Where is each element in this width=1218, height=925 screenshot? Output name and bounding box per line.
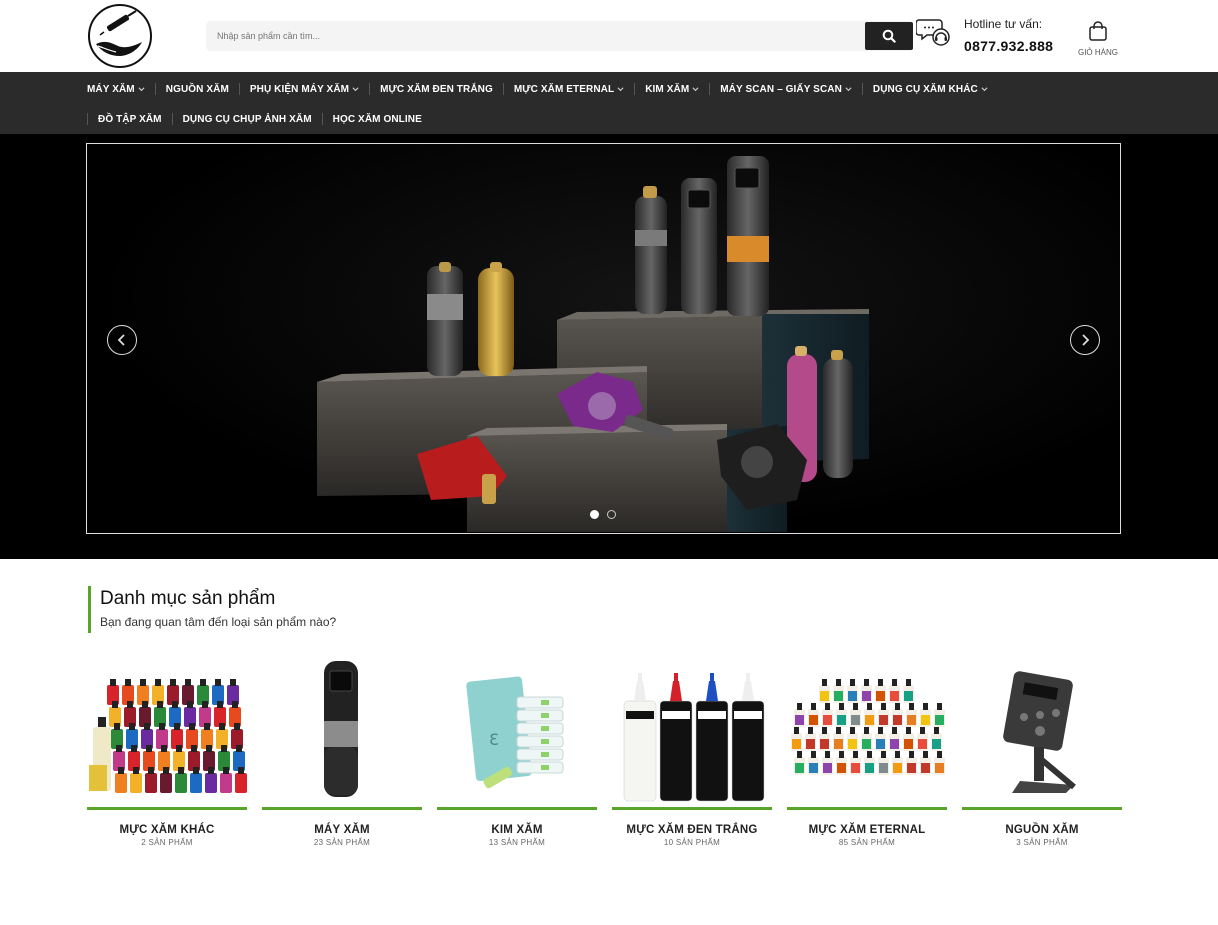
nav-item[interactable]: MÁY XĂM [87, 84, 155, 95]
eternal-ink-set-image [791, 679, 945, 775]
category-name[interactable]: MỰC XĂM KHÁC [87, 824, 247, 836]
category-image[interactable] [87, 655, 247, 807]
dynamic-ink-bottles-image [623, 673, 765, 802]
category-count: 13 SẢN PHẨM [488, 838, 546, 847]
category-name[interactable]: MỰC XĂM ETERNAL [787, 824, 947, 836]
svg-text:Ɛ: Ɛ [489, 730, 499, 749]
tattoo-machines-product-image [317, 156, 869, 532]
chevron-down-icon [138, 86, 145, 91]
category-count: 3 SẢN PHẨM [1016, 838, 1068, 847]
nav-item-label: DỤNG CỤ XĂM KHÁC [872, 83, 978, 95]
search-bar [206, 21, 913, 51]
category-count: 85 SẢN PHẨM [838, 838, 896, 847]
chevron-down-icon [845, 86, 852, 91]
nav-item-label: HỌC XĂM ONLINE [332, 113, 422, 125]
chevron-down-icon [981, 86, 988, 91]
shopping-bag-icon [1089, 21, 1107, 41]
slider-dot-2[interactable] [607, 510, 616, 519]
nav-item[interactable]: MỰC XĂM ĐEN TRẮNG [370, 84, 503, 95]
nav-item[interactable]: NGUỒN XĂM [156, 84, 239, 95]
slider-next-button[interactable] [1070, 325, 1100, 355]
category-image[interactable] [262, 655, 422, 807]
nav-item-label: ĐỒ TẬP XĂM [98, 113, 162, 125]
hotline-label: Hotline tư vấn: [964, 17, 1043, 31]
slider-dots [590, 510, 616, 519]
nav-item-label: DỤNG CỤ CHỤP ẢNH XĂM [182, 113, 312, 125]
category-name[interactable]: MỰC XĂM ĐEN TRẮNG [612, 824, 772, 836]
hero-banner [0, 134, 1218, 559]
site-header: Hotline tư vấn: 0877.932.888 GIỎ HÀNG [0, 0, 1218, 72]
category-card[interactable]: Ɛ KIM XĂM 13 SẢN PHẨM [437, 655, 597, 847]
category-card[interactable]: MỰC XĂM ETERNAL 85 SẢN PHẨM [787, 655, 947, 847]
power-supply-image [1003, 671, 1076, 793]
category-image[interactable] [612, 655, 772, 807]
category-name[interactable]: MÁY XĂM [262, 824, 422, 836]
nav-item-label: MỰC XĂM ĐEN TRẮNG [380, 83, 493, 95]
slider-dot-1[interactable] [590, 510, 599, 519]
category-divider [612, 807, 772, 810]
chevron-down-icon [617, 86, 624, 91]
category-image[interactable]: Ɛ [437, 655, 597, 807]
nav-item[interactable]: HỌC XĂM ONLINE [323, 114, 432, 125]
nav-item[interactable]: KIM XĂM [635, 84, 709, 95]
category-card[interactable]: MỰC XĂM ĐEN TRẮNG 10 SẢN PHẨM [612, 655, 772, 847]
category-card[interactable]: MỰC XĂM KHÁC 2 SẢN PHẨM [87, 655, 247, 847]
nav-item-label: MÁY SCAN – GIẤY SCAN [720, 83, 842, 95]
nav-row-1: MÁY XĂM NGUỒN XĂM PHỤ KIỆN MÁY XĂM MỰC XĂM … [87, 74, 998, 104]
category-divider [787, 807, 947, 810]
category-name[interactable]: NGUỒN XĂM [962, 824, 1122, 836]
logo[interactable] [88, 4, 152, 68]
chevron-down-icon [352, 86, 359, 91]
category-section-header: Danh mục sản phẩm Bạn đang quan tâm đến … [88, 586, 336, 633]
category-divider [262, 807, 422, 810]
search-icon [882, 29, 896, 43]
category-list: MỰC XĂM KHÁC 2 SẢN PHẨM MÁY XĂM 23 SẢN PHẨM… [87, 655, 1122, 847]
nav-item-label: MÁY XĂM [87, 83, 135, 95]
colorful-ink-bottles-image [89, 679, 247, 793]
chevron-right-icon [1082, 334, 1090, 346]
category-image[interactable] [962, 655, 1122, 807]
tattoo-hand-logo-icon [91, 7, 149, 65]
category-count: 2 SẢN PHẨM [141, 838, 193, 847]
category-card[interactable]: MÁY XĂM 23 SẢN PHẨM [262, 655, 422, 847]
category-name[interactable]: KIM XĂM [437, 824, 597, 836]
pen-tattoo-machine-image [324, 661, 358, 797]
search-input[interactable] [206, 21, 865, 51]
slider-prev-button[interactable] [107, 325, 137, 355]
nav-item-label: NGUỒN XĂM [165, 83, 229, 95]
category-divider [962, 807, 1122, 810]
nav-item[interactable]: ĐỒ TẬP XĂM [88, 114, 172, 125]
nav-item[interactable]: DỤNG CỤ XĂM KHÁC [863, 84, 998, 95]
category-image[interactable] [787, 655, 947, 807]
section-title: Danh mục sản phẩm [100, 588, 276, 609]
section-subtitle: Bạn đang quan tâm đến loại sản phẩm nào? [100, 615, 337, 629]
search-button[interactable] [865, 22, 913, 50]
nav-item[interactable]: DỤNG CỤ CHỤP ẢNH XĂM [173, 114, 322, 125]
category-count: 23 SẢN PHẨM [313, 838, 371, 847]
chevron-left-icon [117, 334, 125, 346]
main-navigation: MÁY XĂM NGUỒN XĂM PHỤ KIỆN MÁY XĂM MỰC XĂM … [0, 72, 1218, 134]
nav-item-label: MỰC XĂM ETERNAL [513, 83, 615, 95]
category-divider [437, 807, 597, 810]
needle-cartridges-image: Ɛ [466, 676, 564, 789]
nav-item-label: KIM XĂM [645, 83, 690, 95]
cart-button[interactable]: GIỎ HÀNG [1074, 18, 1122, 62]
nav-item[interactable]: MỰC XĂM ETERNAL [504, 84, 634, 95]
hero-slide[interactable] [86, 143, 1121, 534]
nav-item[interactable]: MÁY SCAN – GIẤY SCAN [710, 84, 862, 95]
category-divider [87, 807, 247, 810]
chevron-down-icon [692, 86, 699, 91]
chat-support-icon [915, 17, 954, 51]
nav-row-2: ĐỒ TẬP XĂM DỤNG CỤ CHỤP ẢNH XĂM HỌC XĂM ON… [87, 104, 432, 134]
nav-item[interactable]: PHỤ KIỆN MÁY XĂM [240, 84, 369, 95]
cart-label: GIỎ HÀNG [1077, 48, 1118, 57]
category-count: 10 SẢN PHẨM [663, 838, 721, 847]
category-card[interactable]: NGUỒN XĂM 3 SẢN PHẨM [962, 655, 1122, 847]
nav-item-label: PHỤ KIỆN MÁY XĂM [249, 83, 350, 95]
hotline-phone[interactable]: 0877.932.888 [964, 38, 1053, 54]
